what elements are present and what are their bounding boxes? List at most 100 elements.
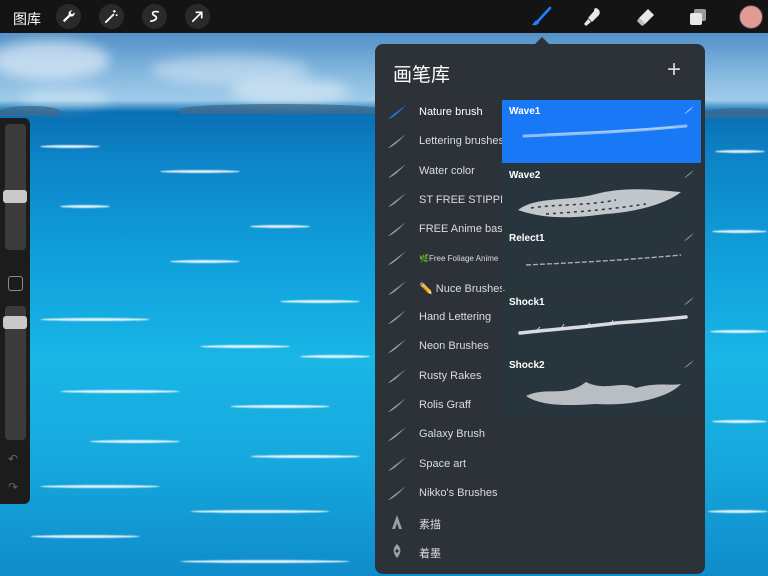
brush-set-item[interactable]: Space art: [375, 450, 503, 479]
wave-foam: [180, 560, 350, 563]
wave-foam: [40, 485, 160, 488]
left-sidebar: ↶ ↷: [0, 118, 30, 504]
brush-item[interactable]: Relect1: [502, 227, 701, 291]
wave-foam: [712, 230, 767, 233]
brush-set-list: Nature brush Lettering brushes Water col…: [375, 98, 514, 567]
brush-stroke-preview: [525, 254, 682, 266]
wave-foam: [60, 205, 110, 208]
brush-set-item[interactable]: Nature brush: [375, 98, 503, 127]
brush-set-label: Galaxy Brush: [419, 428, 486, 441]
brush-stroke-preview: [526, 382, 681, 406]
brush-set-icon: [388, 105, 406, 119]
wave-foam: [710, 330, 768, 333]
brush-set-item[interactable]: Hand Lettering: [375, 303, 503, 332]
eraser-icon[interactable]: [633, 5, 657, 29]
wave-foam: [160, 170, 240, 173]
wave-foam: [280, 300, 360, 303]
brush-set-icon: [388, 192, 406, 207]
wave-foam: [715, 150, 765, 153]
opacity-slider[interactable]: [3, 306, 27, 440]
selection-icon[interactable]: [142, 4, 167, 29]
brush-item[interactable]: Wave1: [502, 100, 701, 163]
brush-name: Shock1: [509, 296, 545, 308]
brush-name: Relect1: [509, 233, 545, 245]
brush-name: Wave2: [509, 169, 541, 181]
brush-set-icon: [388, 134, 406, 149]
brush-set-item[interactable]: Water color: [375, 157, 503, 186]
undo-icon[interactable]: ↶: [8, 452, 18, 466]
brush-set-item[interactable]: ST FREE STIPPLE: [375, 186, 514, 215]
eyedropper-square-button[interactable]: [8, 276, 23, 291]
wave-foam: [190, 510, 330, 513]
brush-set-item[interactable]: Lettering brushes: [375, 127, 504, 156]
wave-foam: [200, 345, 290, 348]
brush-set-icon: [388, 339, 406, 354]
brush-set-item[interactable]: ✏️ Nuce Brushes: [375, 274, 505, 303]
brush-set-item[interactable]: FREE Anime basic: [375, 215, 511, 244]
brush-set-item[interactable]: Nikko's Brushes: [375, 479, 503, 508]
brush-set-label: Rusty Rakes: [419, 369, 482, 382]
brush-set-icon: [388, 310, 406, 325]
brush-icon[interactable]: [529, 5, 553, 29]
brush-item[interactable]: Shock2: [502, 354, 701, 418]
pen-nib-icon: [393, 544, 401, 559]
layers-icon[interactable]: [686, 5, 710, 29]
brush-item[interactable]: Wave2: [502, 163, 701, 227]
brush-flag-icon: [684, 360, 694, 369]
distant-island: [705, 108, 768, 118]
redo-icon[interactable]: ↷: [8, 480, 18, 494]
brush-set-label: Water color: [419, 164, 475, 177]
brush-set-icon: [388, 368, 406, 383]
brush-set-label: Neon Brushes: [419, 340, 489, 353]
wave-foam: [712, 420, 767, 423]
brush-flag-icon: [684, 296, 694, 305]
brush-set-item[interactable]: Neon Brushes: [375, 332, 503, 361]
plus-icon[interactable]: +: [667, 58, 681, 82]
brush-set-icon: [388, 427, 406, 442]
gallery-button[interactable]: 图库: [13, 9, 41, 29]
color-swatch[interactable]: [739, 5, 763, 29]
brush-set-label: Lettering brushes: [419, 135, 504, 148]
brush-set-label: Nikko's Brushes: [419, 486, 498, 499]
distant-island: [180, 104, 380, 114]
brush-set-item[interactable]: 🌿Free Foliage Anime: [375, 244, 503, 273]
brush-set-icon: [388, 280, 406, 295]
brush-size-slider[interactable]: [3, 124, 27, 250]
brush-library-panel: 画笔库 + Nature brush Lettering brushes Wat…: [375, 44, 705, 574]
brush-flag-icon: [684, 233, 694, 242]
brush-set-label: Rolis Graff: [419, 398, 471, 411]
magic-wand-icon[interactable]: [99, 4, 124, 29]
brush-flag-icon: [684, 106, 694, 114]
brush-set-icon: [388, 485, 406, 500]
brush-set-item[interactable]: Galaxy Brush: [375, 420, 503, 449]
pencil-tip-icon: [392, 515, 402, 530]
brush-set-label: FREE Anime basic: [419, 223, 511, 236]
brush-size-thumb[interactable]: [3, 190, 27, 203]
brush-set-item[interactable]: 素描: [375, 508, 503, 537]
brush-set-label: ST FREE STIPPLE: [419, 193, 514, 206]
brush-stroke-preview: [518, 188, 681, 217]
brush-set-icon: [388, 456, 406, 471]
wave-foam: [250, 455, 360, 458]
brush-set-icon: [388, 222, 406, 237]
opacity-thumb[interactable]: [3, 316, 27, 329]
smudge-icon[interactable]: [581, 5, 605, 29]
brush-stroke-preview: [518, 315, 688, 335]
brush-set-item[interactable]: Rusty Rakes: [375, 362, 503, 391]
brush-set-label: Hand Lettering: [419, 311, 492, 324]
transform-arrow-icon[interactable]: [185, 4, 210, 29]
brush-item[interactable]: Shock1: [502, 290, 701, 354]
brush-set-icon: [388, 397, 406, 412]
brush-set-item[interactable]: Rolis Graff: [375, 391, 503, 420]
wave-foam: [40, 318, 150, 321]
brush-set-label: 🌿Free Foliage Anime: [419, 254, 499, 264]
cloud: [230, 78, 350, 104]
brush-set-item[interactable]: 着墨: [375, 537, 503, 566]
wave-foam: [40, 145, 100, 148]
wave-foam: [30, 535, 140, 538]
wrench-icon[interactable]: [56, 4, 81, 29]
brush-name: Shock2: [509, 360, 545, 372]
brush-set-icon: [388, 163, 406, 178]
wave-foam: [90, 440, 180, 443]
brush-set-label: Nature brush: [419, 106, 483, 118]
